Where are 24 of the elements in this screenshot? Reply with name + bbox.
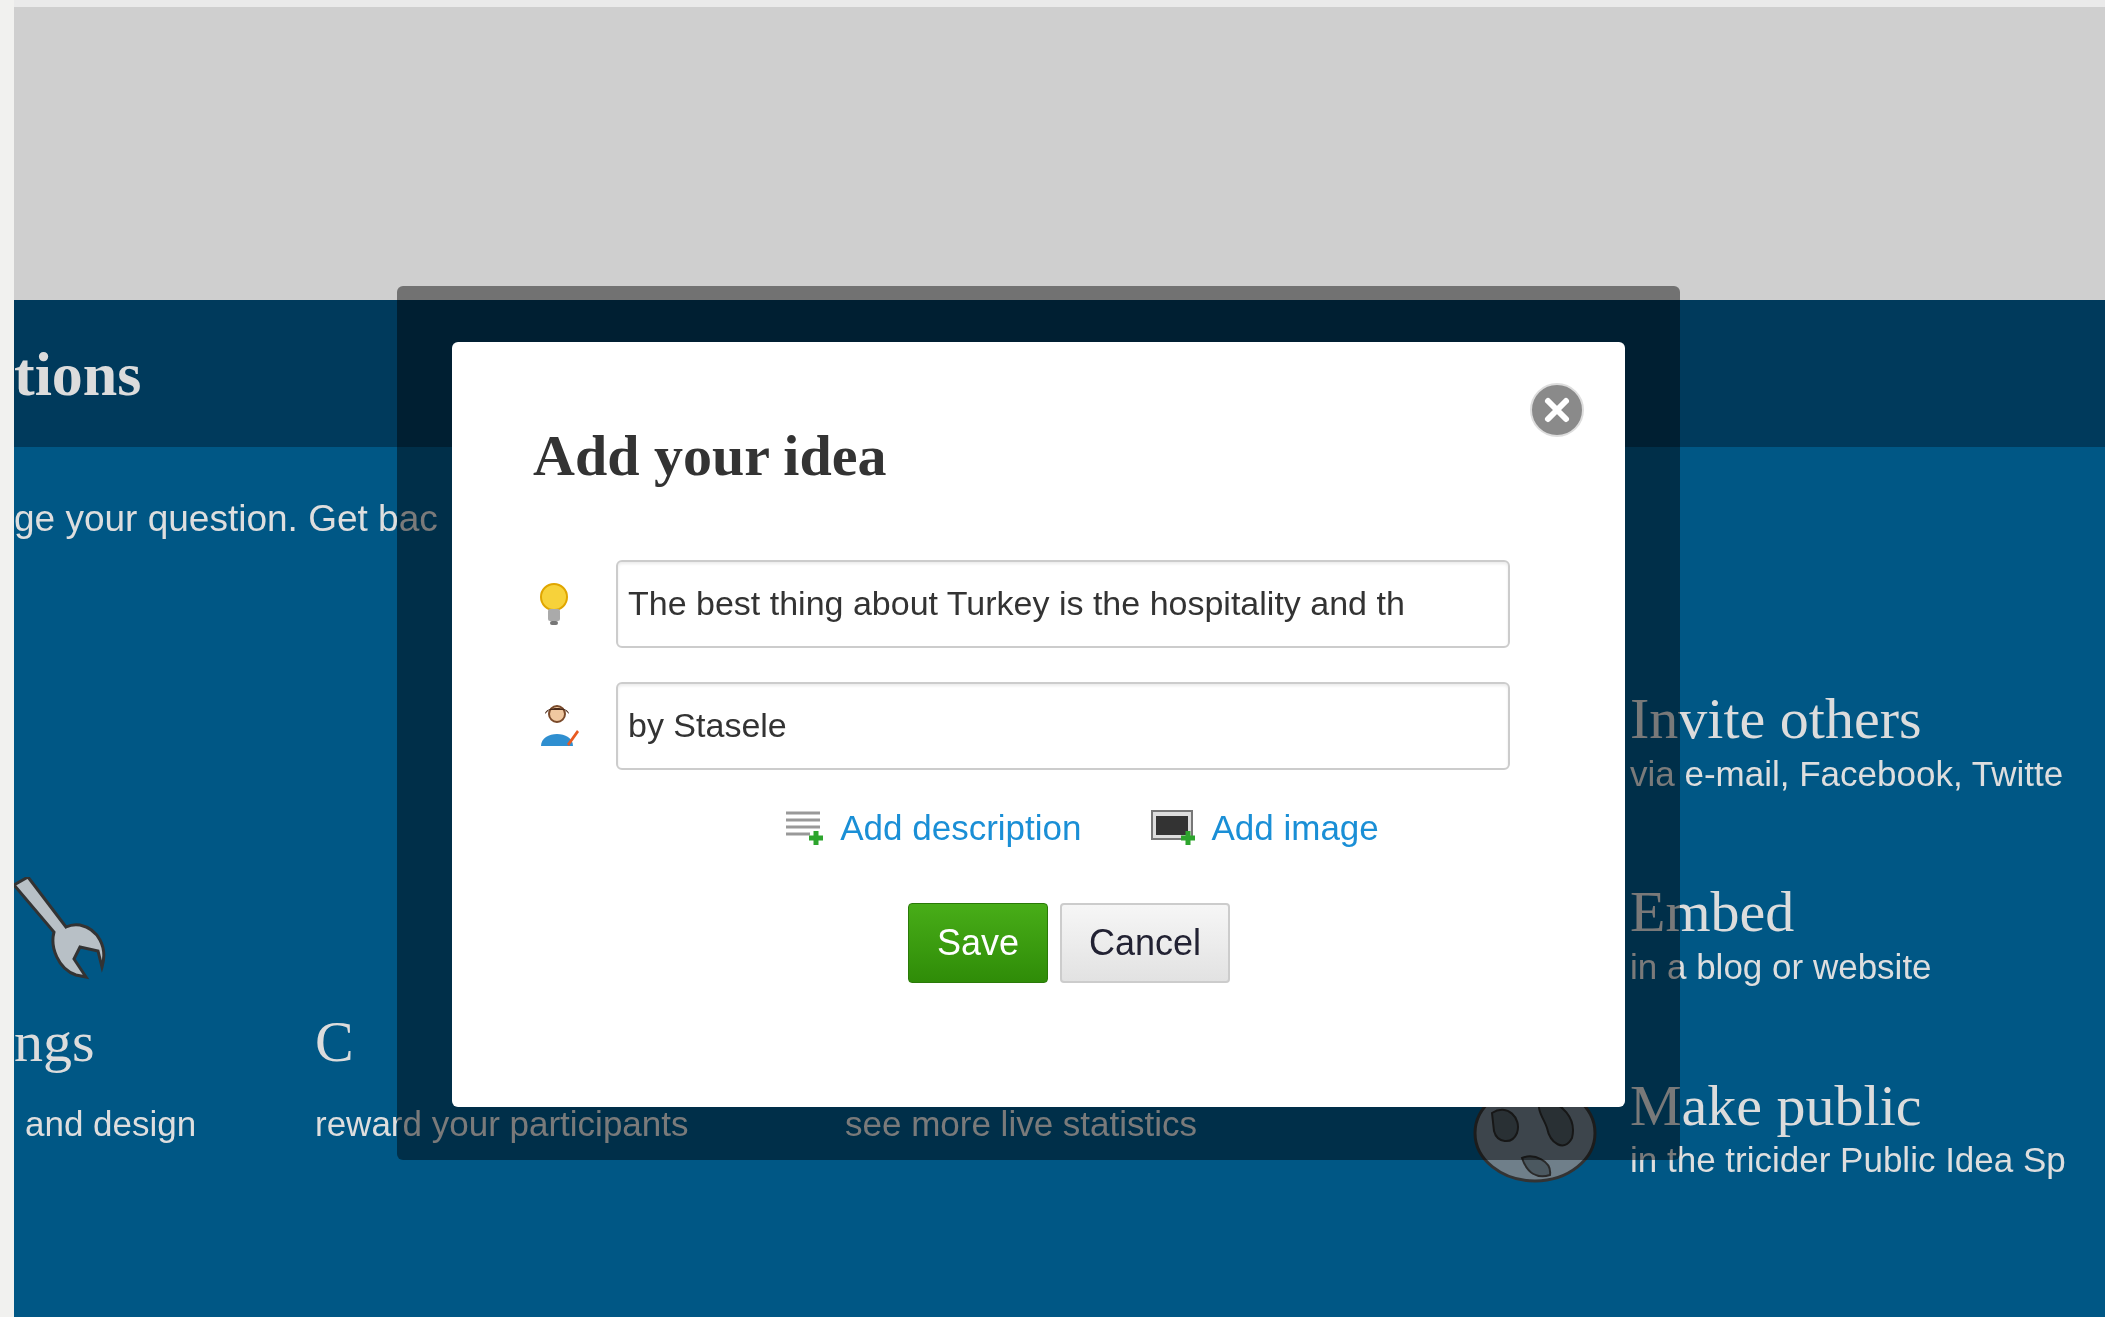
idea-field[interactable]: The best thing about Turkey is the hospitality and th	[616, 559, 1510, 648]
intro-text: ge your question. Get bac	[14, 497, 439, 541]
action-subtitle: in the tricider Public Idea Sp	[1630, 1139, 2066, 1182]
feature-title: ngs	[14, 1007, 96, 1076]
feature-subtitle: see more live statistics	[845, 1102, 1198, 1145]
feature-title: C	[315, 1007, 355, 1076]
dialog-title: Add your idea	[533, 424, 888, 488]
link[interactable]: Add description	[784, 807, 1082, 848]
cancel-button[interactable]: Cancel	[1060, 902, 1230, 983]
feature-subtitle: and design	[25, 1102, 198, 1145]
lightbulb-icon	[539, 581, 569, 626]
action-subtitle: in a blog or website	[1630, 946, 1932, 989]
action-title: Make public	[1630, 1073, 1923, 1138]
close-icon[interactable]	[1529, 382, 1585, 438]
action-title: Invite others	[1630, 687, 1923, 751]
action-title: Embed	[1630, 880, 1796, 945]
user-icon	[539, 703, 579, 748]
author-field[interactable]: by Stasele	[616, 681, 1510, 770]
section-title: tions	[14, 342, 142, 405]
action-subtitle: via e-mail, Facebook, Twitte	[1630, 752, 2064, 795]
feature-subtitle: reward your participants	[315, 1102, 690, 1145]
image-plus-icon	[1151, 808, 1198, 847]
link[interactable]: Add image	[1151, 807, 1379, 848]
save-button[interactable]: Save	[908, 902, 1048, 983]
